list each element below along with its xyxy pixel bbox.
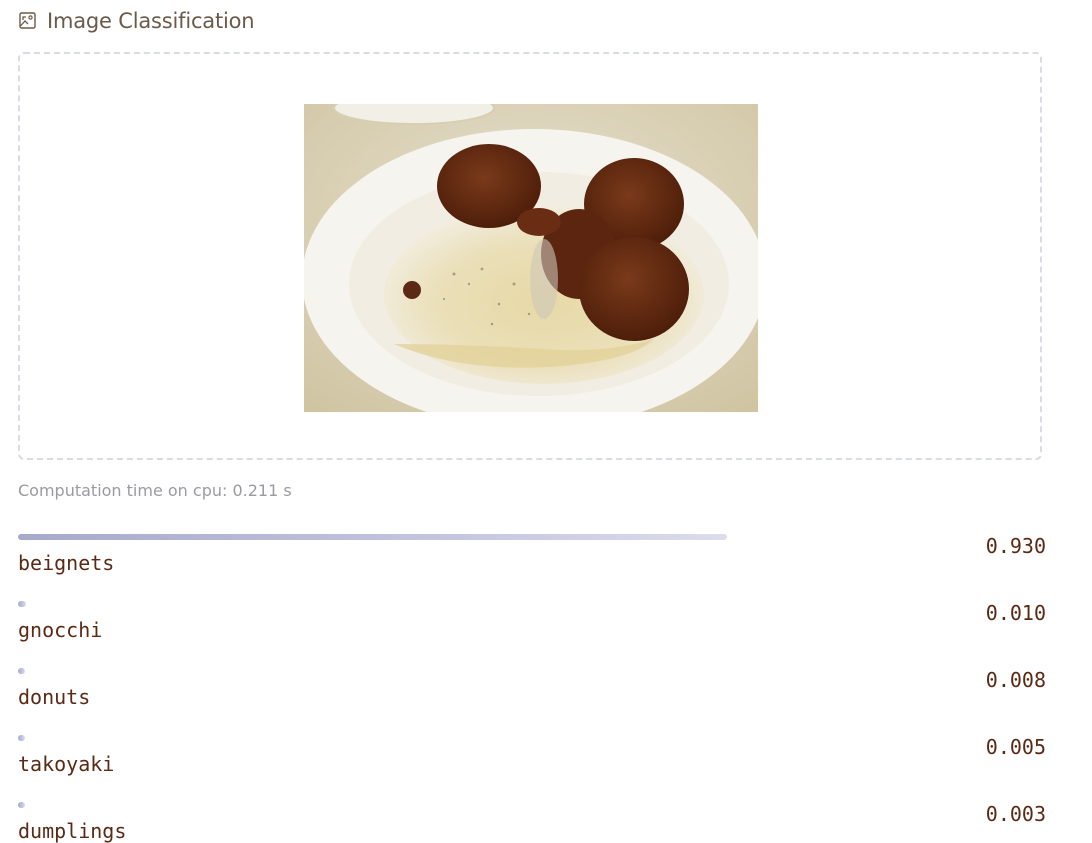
confidence-bar-fill [18, 601, 26, 607]
confidence-bar [18, 802, 780, 810]
widget-title: Image Classification [47, 9, 255, 33]
result-row: beignets 0.930 [18, 532, 1046, 599]
result-row: takoyaki 0.005 [18, 733, 1046, 800]
result-row: dumplings 0.003 [18, 800, 1046, 843]
result-score: 0.003 [985, 802, 1046, 826]
confidence-bar [18, 735, 780, 743]
uploaded-image [304, 104, 758, 412]
confidence-bar [18, 668, 780, 676]
result-label: dumplings [18, 819, 127, 843]
result-label: takoyaki [18, 752, 115, 776]
confidence-bar [18, 601, 780, 609]
image-classify-icon [18, 11, 38, 31]
result-label: beignets [18, 551, 115, 575]
result-score: 0.005 [985, 735, 1046, 759]
result-score: 0.008 [985, 668, 1046, 692]
confidence-bar-fill [18, 534, 727, 540]
computation-time: Computation time on cpu: 0.211 s [18, 481, 292, 500]
result-score: 0.010 [985, 601, 1046, 625]
confidence-bar [18, 534, 780, 542]
confidence-bar-fill [18, 802, 25, 808]
result-label: gnocchi [18, 618, 103, 642]
classification-results: beignets 0.930 gnocchi 0.010 donuts 0.008 tako… [18, 532, 1046, 843]
result-row: gnocchi 0.010 [18, 599, 1046, 666]
confidence-bar-fill [18, 668, 25, 674]
result-label: donuts [18, 685, 91, 709]
result-score: 0.930 [985, 534, 1046, 558]
confidence-bar-fill [18, 735, 25, 741]
widget-header: Image Classification [18, 6, 255, 36]
result-row: donuts 0.008 [18, 666, 1046, 733]
image-classification-widget: Image Classification Computation time on… [0, 0, 1092, 843]
